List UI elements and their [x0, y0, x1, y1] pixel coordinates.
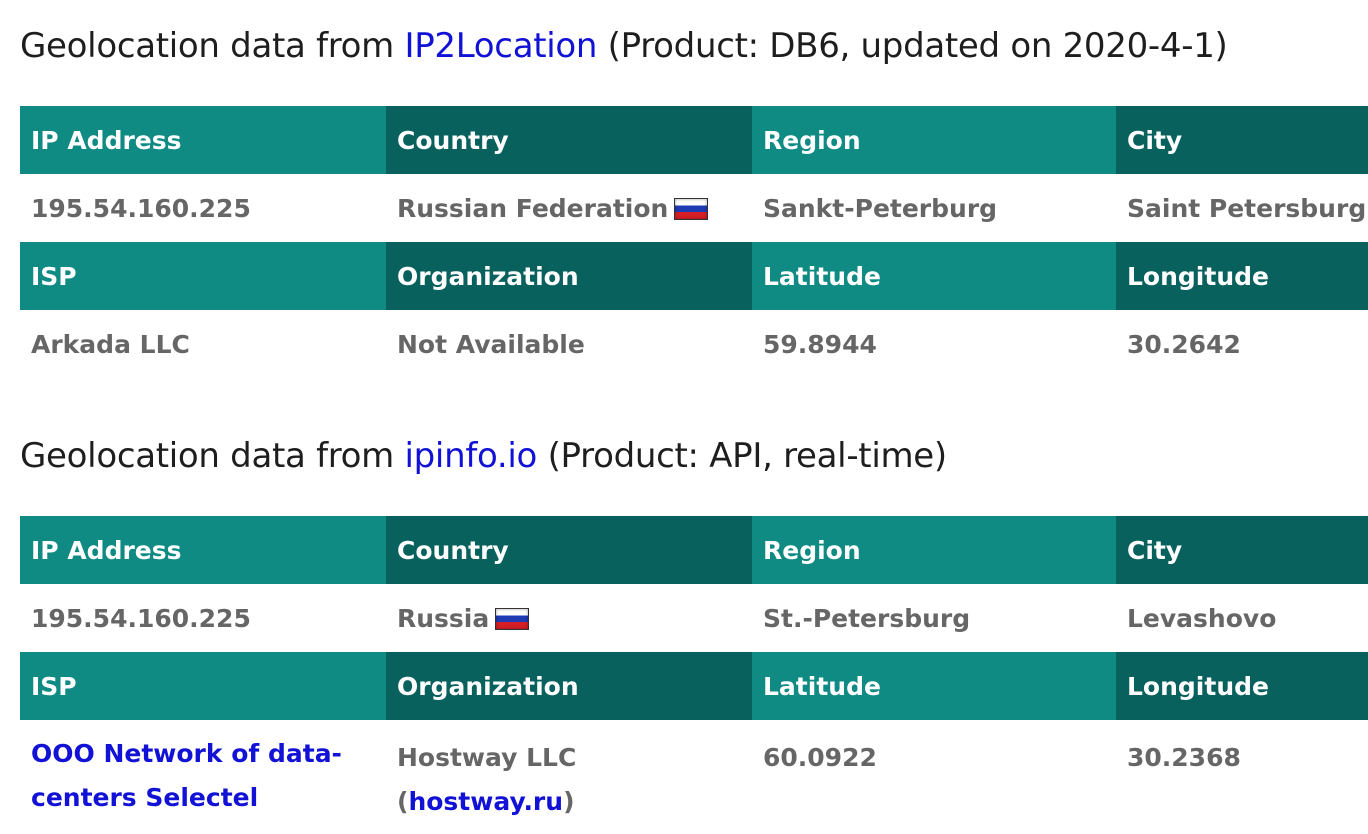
table-row: Arkada LLC Not Available 59.8944 30.2642	[20, 310, 1368, 378]
russia-flag-icon	[674, 197, 709, 220]
header-row: IP Address Country Region City	[20, 106, 1368, 174]
organization-suffix: )	[563, 787, 575, 816]
isp-link[interactable]: OOO Network of data-centers Selectel	[31, 739, 342, 812]
header-isp: ISP	[20, 242, 386, 310]
header-region: Region	[752, 106, 1116, 174]
table-row: 195.54.160.225 Russian Federation Sankt-…	[20, 174, 1368, 242]
header-ip-address: IP Address	[20, 106, 386, 174]
ip-address-value: 195.54.160.225	[31, 193, 251, 223]
ipinfo-link[interactable]: ipinfo.io	[405, 436, 538, 476]
longitude-value: 30.2368	[1127, 743, 1241, 772]
organization-cell: Hostway LLC (hostway.ru)	[386, 720, 752, 832]
isp-value: Arkada LLC	[31, 329, 190, 359]
city-value: Saint Petersburg	[1127, 193, 1367, 223]
header-longitude: Longitude	[1116, 242, 1368, 310]
table-row: 195.54.160.225 Russia St.-Petersburg Lev…	[20, 584, 1368, 652]
hostway-link[interactable]: hostway.ru	[408, 787, 563, 816]
header-row: ISP Organization Latitude Longitude	[20, 652, 1368, 720]
section-title-suffix: (Product: API, real-time)	[537, 436, 948, 476]
section-title-ip2location: Geolocation data from IP2Location (Produ…	[20, 26, 1228, 66]
table-row: OOO Network of data-centers Selectel Hos…	[20, 720, 1368, 832]
header-region: Region	[752, 516, 1116, 584]
header-organization: Organization	[386, 242, 752, 310]
ip-address-value: 195.54.160.225	[31, 603, 251, 633]
country-value: Russia	[397, 603, 490, 633]
ip2location-link[interactable]: IP2Location	[405, 26, 598, 66]
city-value: Levashovo	[1127, 603, 1277, 633]
section-title-prefix: Geolocation data from	[20, 26, 405, 66]
country-value: Russian Federation	[397, 193, 669, 223]
ipinfo-geo-table: IP Address Country Region City 195.54.16…	[20, 516, 1368, 832]
header-ip-address: IP Address	[20, 516, 386, 584]
header-row: IP Address Country Region City	[20, 516, 1368, 584]
ip2location-geo-table: IP Address Country Region City 195.54.16…	[20, 106, 1368, 378]
header-country: Country	[386, 106, 752, 174]
header-city: City	[1116, 516, 1368, 584]
latitude-value: 59.8944	[763, 329, 877, 359]
header-city: City	[1116, 106, 1368, 174]
header-organization: Organization	[386, 652, 752, 720]
latitude-value: 60.0922	[763, 743, 877, 772]
header-row: ISP Organization Latitude Longitude	[20, 242, 1368, 310]
longitude-value: 30.2642	[1127, 329, 1241, 359]
organization-value: Not Available	[397, 329, 585, 359]
country-cell: Russia	[386, 584, 752, 652]
section-title-ipinfo: Geolocation data from ipinfo.io (Product…	[20, 436, 947, 476]
region-value: St.-Petersburg	[763, 603, 971, 633]
isp-cell: OOO Network of data-centers Selectel	[20, 720, 386, 832]
header-isp: ISP	[20, 652, 386, 720]
country-cell: Russian Federation	[386, 174, 752, 242]
header-latitude: Latitude	[752, 652, 1116, 720]
header-longitude: Longitude	[1116, 652, 1368, 720]
region-value: Sankt-Peterburg	[763, 193, 998, 223]
section-title-suffix: (Product: DB6, updated on 2020-4-1)	[597, 26, 1228, 66]
russia-flag-icon	[495, 607, 530, 630]
header-latitude: Latitude	[752, 242, 1116, 310]
section-title-prefix: Geolocation data from	[20, 436, 405, 476]
header-country: Country	[386, 516, 752, 584]
